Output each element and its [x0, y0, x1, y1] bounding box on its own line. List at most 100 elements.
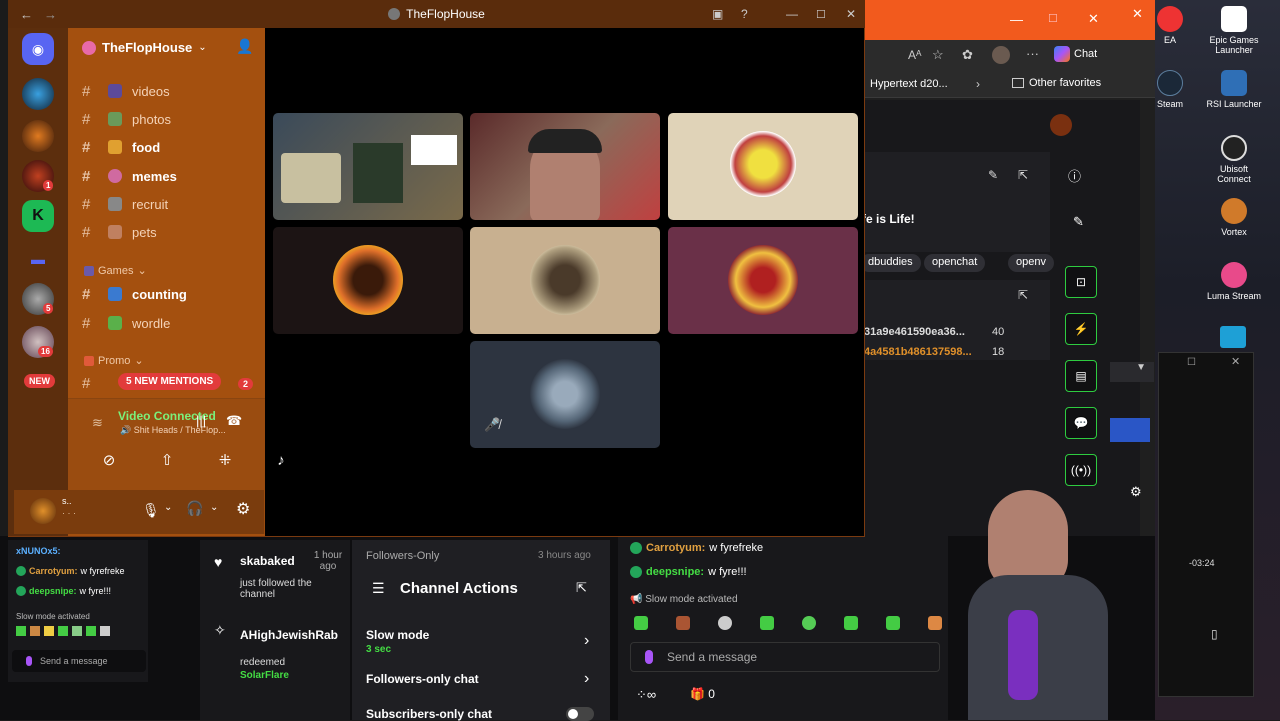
popout-icon[interactable]: ⇱	[1018, 288, 1028, 302]
profile-avatar[interactable]	[992, 46, 1010, 64]
video-tile-user[interactable]: 🎤̸	[470, 341, 660, 448]
video-tile-user[interactable]	[668, 113, 858, 220]
new-badge[interactable]: NEW	[24, 374, 55, 388]
window-maximize-icon[interactable]: ☐	[1187, 357, 1196, 368]
points-button[interactable]: 🎁 0	[690, 687, 715, 701]
popout-icon[interactable]: ⇱	[576, 580, 587, 596]
copilot-chat-button[interactable]: Chat	[1054, 46, 1097, 62]
tag[interactable]: openchat	[924, 254, 986, 272]
emote-icon[interactable]	[634, 616, 648, 630]
disconnect-icon[interactable]: ☎	[226, 413, 242, 429]
settings-gear-icon[interactable]: ⚙	[236, 499, 250, 519]
emote-icon[interactable]	[718, 616, 732, 630]
chat-input[interactable]: Send a message	[12, 650, 146, 672]
desktop-icon-luma[interactable]: Luma Stream	[1202, 262, 1266, 301]
video-tile-user[interactable]	[273, 227, 463, 334]
emote-icon[interactable]	[844, 616, 858, 630]
tag[interactable]: openv	[1008, 254, 1054, 272]
server-icon[interactable]	[22, 120, 54, 152]
folder-icon[interactable]: ▬	[22, 243, 54, 275]
window-minimize-icon[interactable]: —	[1010, 12, 1023, 27]
emote-icon[interactable]	[760, 616, 774, 630]
server-header[interactable]: TheFlopHouse ⌄	[82, 40, 207, 55]
invite-user-icon[interactable]: 👤	[236, 38, 253, 55]
chevron-right-icon[interactable]: ›	[976, 77, 980, 91]
edit-icon[interactable]: ✎	[988, 168, 998, 182]
channel-wordle[interactable]: # wordle	[82, 312, 262, 334]
info-icon[interactable]: ⓘ	[1068, 166, 1081, 185]
forward-arrow-icon[interactable]: →	[44, 7, 57, 22]
channel-food[interactable]: # food	[82, 136, 262, 158]
category-games[interactable]: Games ⌄	[84, 264, 147, 277]
window-close-icon[interactable]: ✕	[846, 7, 856, 21]
emote-icon[interactable]	[676, 616, 690, 630]
desktop-icon-ubisoft[interactable]: Ubisoft Connect	[1202, 135, 1266, 184]
headphones-icon[interactable]: 🎧	[186, 500, 203, 517]
back-arrow-icon[interactable]: ←	[20, 7, 33, 22]
other-favorites[interactable]: Other favorites	[1012, 77, 1101, 89]
activities-icon[interactable]: ⁜	[212, 449, 238, 471]
emote-icon[interactable]	[886, 616, 900, 630]
slow-mode-row[interactable]: Slow mode 3 sec ›	[366, 628, 600, 658]
screen-share-icon[interactable]: ⇧	[154, 449, 180, 471]
window-maximize-icon[interactable]: ☐	[816, 8, 826, 21]
channel-photos[interactable]: # photos	[82, 108, 262, 130]
followers-only-row[interactable]: Followers-only chat ›	[366, 670, 600, 694]
activity-user[interactable]: AHighJewishRab	[240, 628, 338, 642]
amazon-music-icon[interactable]	[1220, 326, 1246, 348]
more-options-icon[interactable]: ···	[1026, 46, 1039, 61]
microphone-icon[interactable]: 🎙	[142, 502, 160, 519]
subscribers-only-row[interactable]: Subscribers-only chat	[366, 707, 600, 721]
soundboard-icon[interactable]: ♪	[268, 449, 294, 471]
chat-input[interactable]: Send a message	[630, 642, 940, 672]
chevron-down-icon[interactable]: ⌄	[210, 502, 218, 513]
video-tile-user[interactable]	[470, 227, 660, 334]
emote-icon[interactable]	[928, 616, 942, 630]
dropdown-arrow-icon[interactable]: ▼	[1110, 362, 1154, 382]
voice-channel[interactable]: 🔊 Shit Heads / TheFlop...	[120, 425, 226, 436]
signal-icon[interactable]: ≋	[92, 415, 103, 431]
blue-tab[interactable]	[1110, 418, 1150, 442]
channel-memes[interactable]: # memes	[82, 165, 262, 187]
screenshot-button[interactable]: ⊡	[1065, 266, 1097, 298]
desktop-icon-epic[interactable]: Epic Games Launcher	[1202, 6, 1266, 55]
tag[interactable]: dbuddies	[860, 254, 921, 272]
notes-button[interactable]: ▤	[1065, 360, 1097, 392]
emote-icon[interactable]	[802, 616, 816, 630]
desktop-icon-vortex[interactable]: Vortex	[1202, 198, 1266, 237]
popout-icon[interactable]: ⇱	[1018, 168, 1028, 182]
discord-home-icon[interactable]: ◉	[22, 33, 54, 65]
quick-action-button[interactable]: ⚡	[1065, 313, 1097, 345]
window-close-icon[interactable]: ✕	[1088, 11, 1099, 27]
window-close-icon[interactable]: ✕	[1231, 355, 1240, 368]
new-mentions-pill[interactable]: 5 NEW MENTIONS	[118, 373, 222, 390]
channel-videos[interactable]: # videos	[82, 80, 262, 102]
camera-off-icon[interactable]: ⊘	[96, 449, 122, 471]
window-close-icon[interactable]: ✕	[1132, 6, 1143, 22]
chevron-down-icon[interactable]: ⌄	[164, 502, 172, 513]
activity-user[interactable]: skabaked	[240, 554, 295, 568]
noise-suppression-icon[interactable]: |||	[196, 413, 206, 428]
window-minimize-icon[interactable]: —	[786, 7, 798, 21]
kick-server-icon[interactable]: K	[22, 200, 54, 232]
desktop-icon-rsi[interactable]: RSI Launcher	[1202, 70, 1266, 109]
subscribers-toggle[interactable]	[566, 707, 594, 721]
read-aloud-icon[interactable]: Aᴬ	[908, 48, 921, 62]
video-tile-webcam[interactable]	[470, 113, 660, 220]
window-maximize-icon[interactable]: ☐	[1048, 12, 1058, 25]
video-tile-screenshare[interactable]	[273, 113, 463, 220]
favorite-star-icon[interactable]: ☆	[932, 47, 944, 63]
inbox-icon[interactable]: ▣	[712, 7, 723, 21]
channel-recruit[interactable]: # recruit	[82, 193, 262, 215]
user-avatar[interactable]	[30, 498, 56, 524]
video-tile-user[interactable]	[668, 227, 858, 334]
server-icon-missaiss[interactable]	[22, 78, 54, 110]
favorite-link[interactable]: Hypertext d20...	[870, 78, 948, 90]
help-icon[interactable]: ?	[741, 7, 748, 21]
extensions-icon[interactable]: ✿	[962, 47, 973, 63]
pencil-icon[interactable]: ✎	[1073, 214, 1084, 230]
chat-button[interactable]: 💬	[1065, 407, 1097, 439]
channel-avatar[interactable]	[1050, 114, 1072, 136]
channel-counting[interactable]: # counting	[82, 283, 262, 305]
channel-pets[interactable]: # pets	[82, 221, 262, 243]
